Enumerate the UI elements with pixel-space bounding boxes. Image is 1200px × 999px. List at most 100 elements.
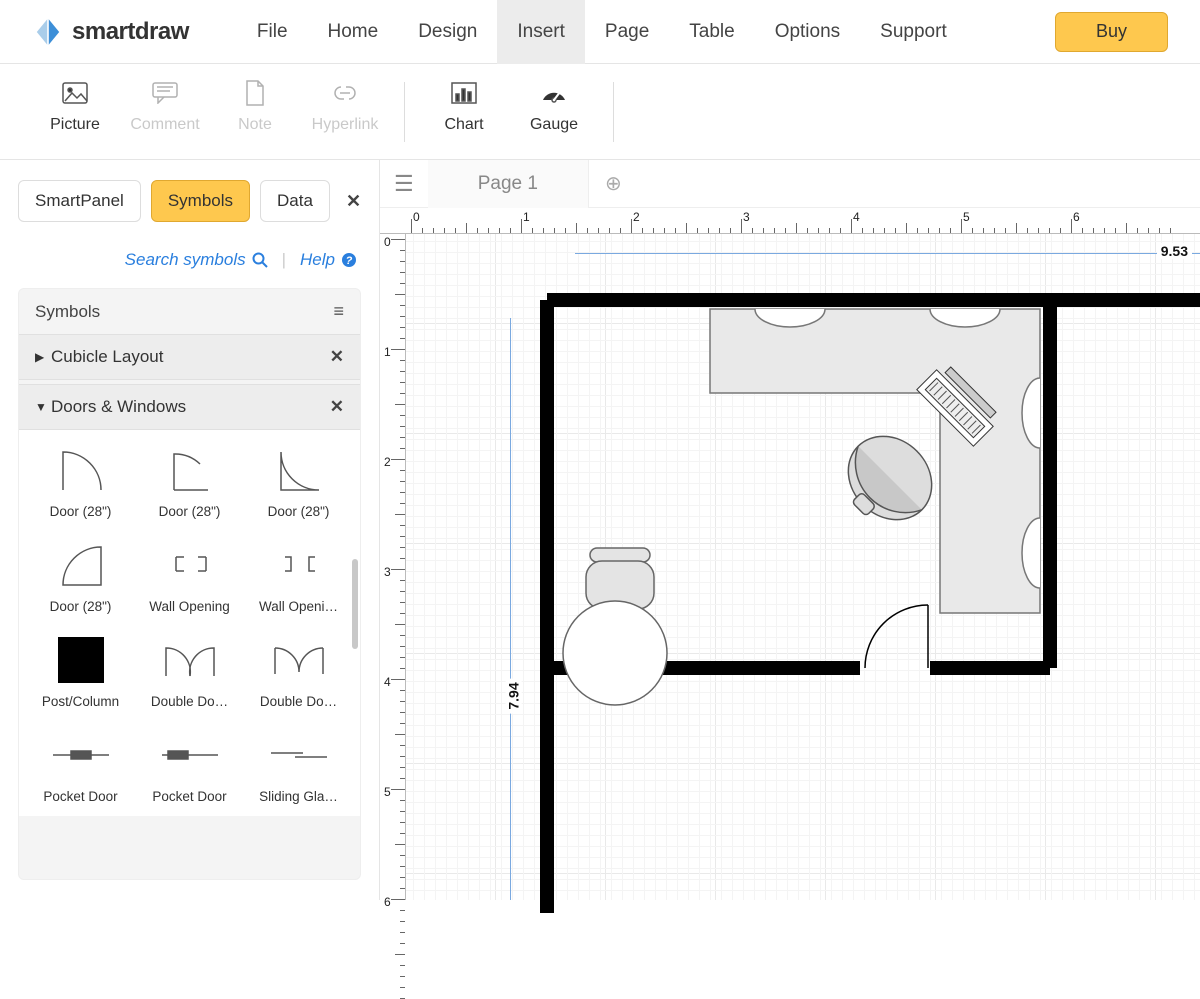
menu-options[interactable]: Options	[755, 0, 860, 64]
group-label: Cubicle Layout	[51, 347, 163, 367]
menu-design[interactable]: Design	[398, 0, 497, 64]
ribbon-gauge[interactable]: Gauge	[509, 78, 599, 134]
ribbon-label: Picture	[30, 116, 120, 134]
ribbon-separator	[613, 82, 614, 142]
symbol-wall-opening[interactable]: Wall Opening	[138, 537, 241, 614]
symbol-toolbar: Search symbols | Help ?	[18, 250, 357, 270]
note-icon	[210, 78, 300, 108]
close-panel-icon[interactable]: ✕	[346, 191, 361, 212]
ribbon-chart[interactable]: Chart	[419, 78, 509, 134]
logo-icon	[32, 16, 64, 48]
ribbon-hyperlink: Hyperlink	[300, 78, 390, 134]
symbol-label: Sliding Gla…	[247, 789, 350, 804]
symbol-door-28[interactable]: Door (28")	[247, 442, 350, 519]
picture-icon	[30, 78, 120, 108]
workspace: SmartPanel Symbols Data ✕ Search symbols…	[0, 160, 1200, 900]
symbol-label: Door (28")	[138, 504, 241, 519]
group-cubicle-layout[interactable]: ▶ Cubicle Layout ✕	[19, 334, 360, 380]
ribbon-label: Comment	[120, 116, 210, 134]
comment-icon	[120, 78, 210, 108]
guide-vertical	[510, 318, 511, 900]
menu-table[interactable]: Table	[669, 0, 754, 64]
symbol-label: Post/Column	[29, 694, 132, 709]
search-icon	[252, 252, 268, 268]
symbol-door-28[interactable]: Door (28")	[29, 442, 132, 519]
group-label: Doors & Windows	[51, 397, 186, 417]
ribbon-picture[interactable]: Picture	[30, 78, 120, 134]
symbol-post-column[interactable]: Post/Column	[29, 632, 132, 709]
menu-support[interactable]: Support	[860, 0, 967, 64]
page-list-icon[interactable]: ☰	[380, 171, 428, 197]
symbol-sliding-glass[interactable]: Sliding Gla…	[247, 727, 350, 804]
divider: |	[282, 250, 286, 270]
help-label: Help	[300, 250, 335, 270]
symbol-pocket-door[interactable]: Pocket Door	[138, 727, 241, 804]
chevron-down-icon: ▼	[35, 400, 51, 414]
chart-icon	[419, 78, 509, 108]
help-link[interactable]: Help ?	[300, 250, 357, 270]
symbol-label: Pocket Door	[138, 789, 241, 804]
symbol-label: Door (28")	[247, 504, 350, 519]
buy-button[interactable]: Buy	[1055, 12, 1168, 52]
symbol-grid: Door (28") Door (28") Door (28") Door (2…	[19, 430, 360, 816]
scrollbar-thumb[interactable]	[352, 559, 358, 649]
ribbon-label: Hyperlink	[300, 116, 390, 134]
tab-smartpanel[interactable]: SmartPanel	[18, 180, 141, 222]
gauge-icon	[509, 78, 599, 108]
symbols-title: Symbols	[35, 302, 100, 322]
app-logo: smartdraw	[32, 16, 189, 48]
chevron-right-icon: ▶	[35, 350, 51, 364]
menubar: smartdraw File Home Design Insert Page T…	[0, 0, 1200, 64]
menu-icon[interactable]: ≡	[333, 301, 344, 322]
ribbon-label: Note	[210, 116, 300, 134]
svg-text:?: ?	[346, 255, 353, 267]
symbol-label: Wall Openi…	[247, 599, 350, 614]
menu-file[interactable]: File	[237, 0, 308, 64]
ribbon-comment: Comment	[120, 78, 210, 134]
ribbon-label: Gauge	[509, 116, 599, 134]
page-bar: ☰ Page 1 ⊕	[380, 160, 1200, 208]
ribbon-separator	[404, 82, 405, 142]
symbol-door-28[interactable]: Door (28")	[29, 537, 132, 614]
canvas-area: ☰ Page 1 ⊕ 0123456 0123456 9.53 7.94	[380, 160, 1200, 900]
symbol-wall-opening[interactable]: Wall Openi…	[247, 537, 350, 614]
tab-data[interactable]: Data	[260, 180, 330, 222]
dimension-width: 9.53	[1157, 243, 1192, 259]
left-sidebar: SmartPanel Symbols Data ✕ Search symbols…	[0, 160, 380, 900]
tab-symbols[interactable]: Symbols	[151, 180, 250, 222]
symbol-pocket-door[interactable]: Pocket Door	[29, 727, 132, 804]
horizontal-ruler: 0123456	[380, 208, 1200, 234]
menu-page[interactable]: Page	[585, 0, 669, 64]
office-chair	[827, 419, 949, 541]
floor-plan[interactable]	[540, 293, 1200, 913]
add-page-icon[interactable]: ⊕	[589, 171, 638, 196]
symbol-label: Double Do…	[247, 694, 350, 709]
panel-tabs: SmartPanel Symbols Data ✕	[18, 180, 361, 222]
symbol-label: Door (28")	[29, 504, 132, 519]
symbol-label: Pocket Door	[29, 789, 132, 804]
group-doors-windows[interactable]: ▼ Doors & Windows ✕	[19, 384, 360, 430]
menu-items: File Home Design Insert Page Table Optio…	[237, 0, 967, 64]
symbol-label: Double Do…	[138, 694, 241, 709]
search-symbols-link[interactable]: Search symbols	[125, 250, 268, 270]
symbol-double-door[interactable]: Double Do…	[138, 632, 241, 709]
dimension-height: 7.94	[506, 678, 522, 713]
ribbon-label: Chart	[419, 116, 509, 134]
menu-home[interactable]: Home	[308, 0, 399, 64]
page-tab[interactable]: Page 1	[428, 160, 589, 208]
symbol-door-28[interactable]: Door (28")	[138, 442, 241, 519]
insert-ribbon: Picture Comment Note Hyperlink Chart Gau…	[0, 64, 1200, 160]
hyperlink-icon	[300, 78, 390, 108]
close-icon[interactable]: ✕	[330, 347, 344, 367]
symbol-label: Wall Opening	[138, 599, 241, 614]
ribbon-note: Note	[210, 78, 300, 134]
search-label: Search symbols	[125, 250, 246, 270]
close-icon[interactable]: ✕	[330, 397, 344, 417]
drawing-canvas[interactable]: 0123456 0123456 9.53 7.94	[380, 208, 1200, 900]
vertical-ruler: 0123456	[380, 208, 406, 900]
symbols-panel: Symbols ≡ ▶ Cubicle Layout ✕ ▼ Doors & W…	[18, 288, 361, 880]
symbol-double-door[interactable]: Double Do…	[247, 632, 350, 709]
symbol-label: Door (28")	[29, 599, 132, 614]
guide-horizontal	[575, 253, 1200, 254]
menu-insert[interactable]: Insert	[497, 0, 585, 64]
